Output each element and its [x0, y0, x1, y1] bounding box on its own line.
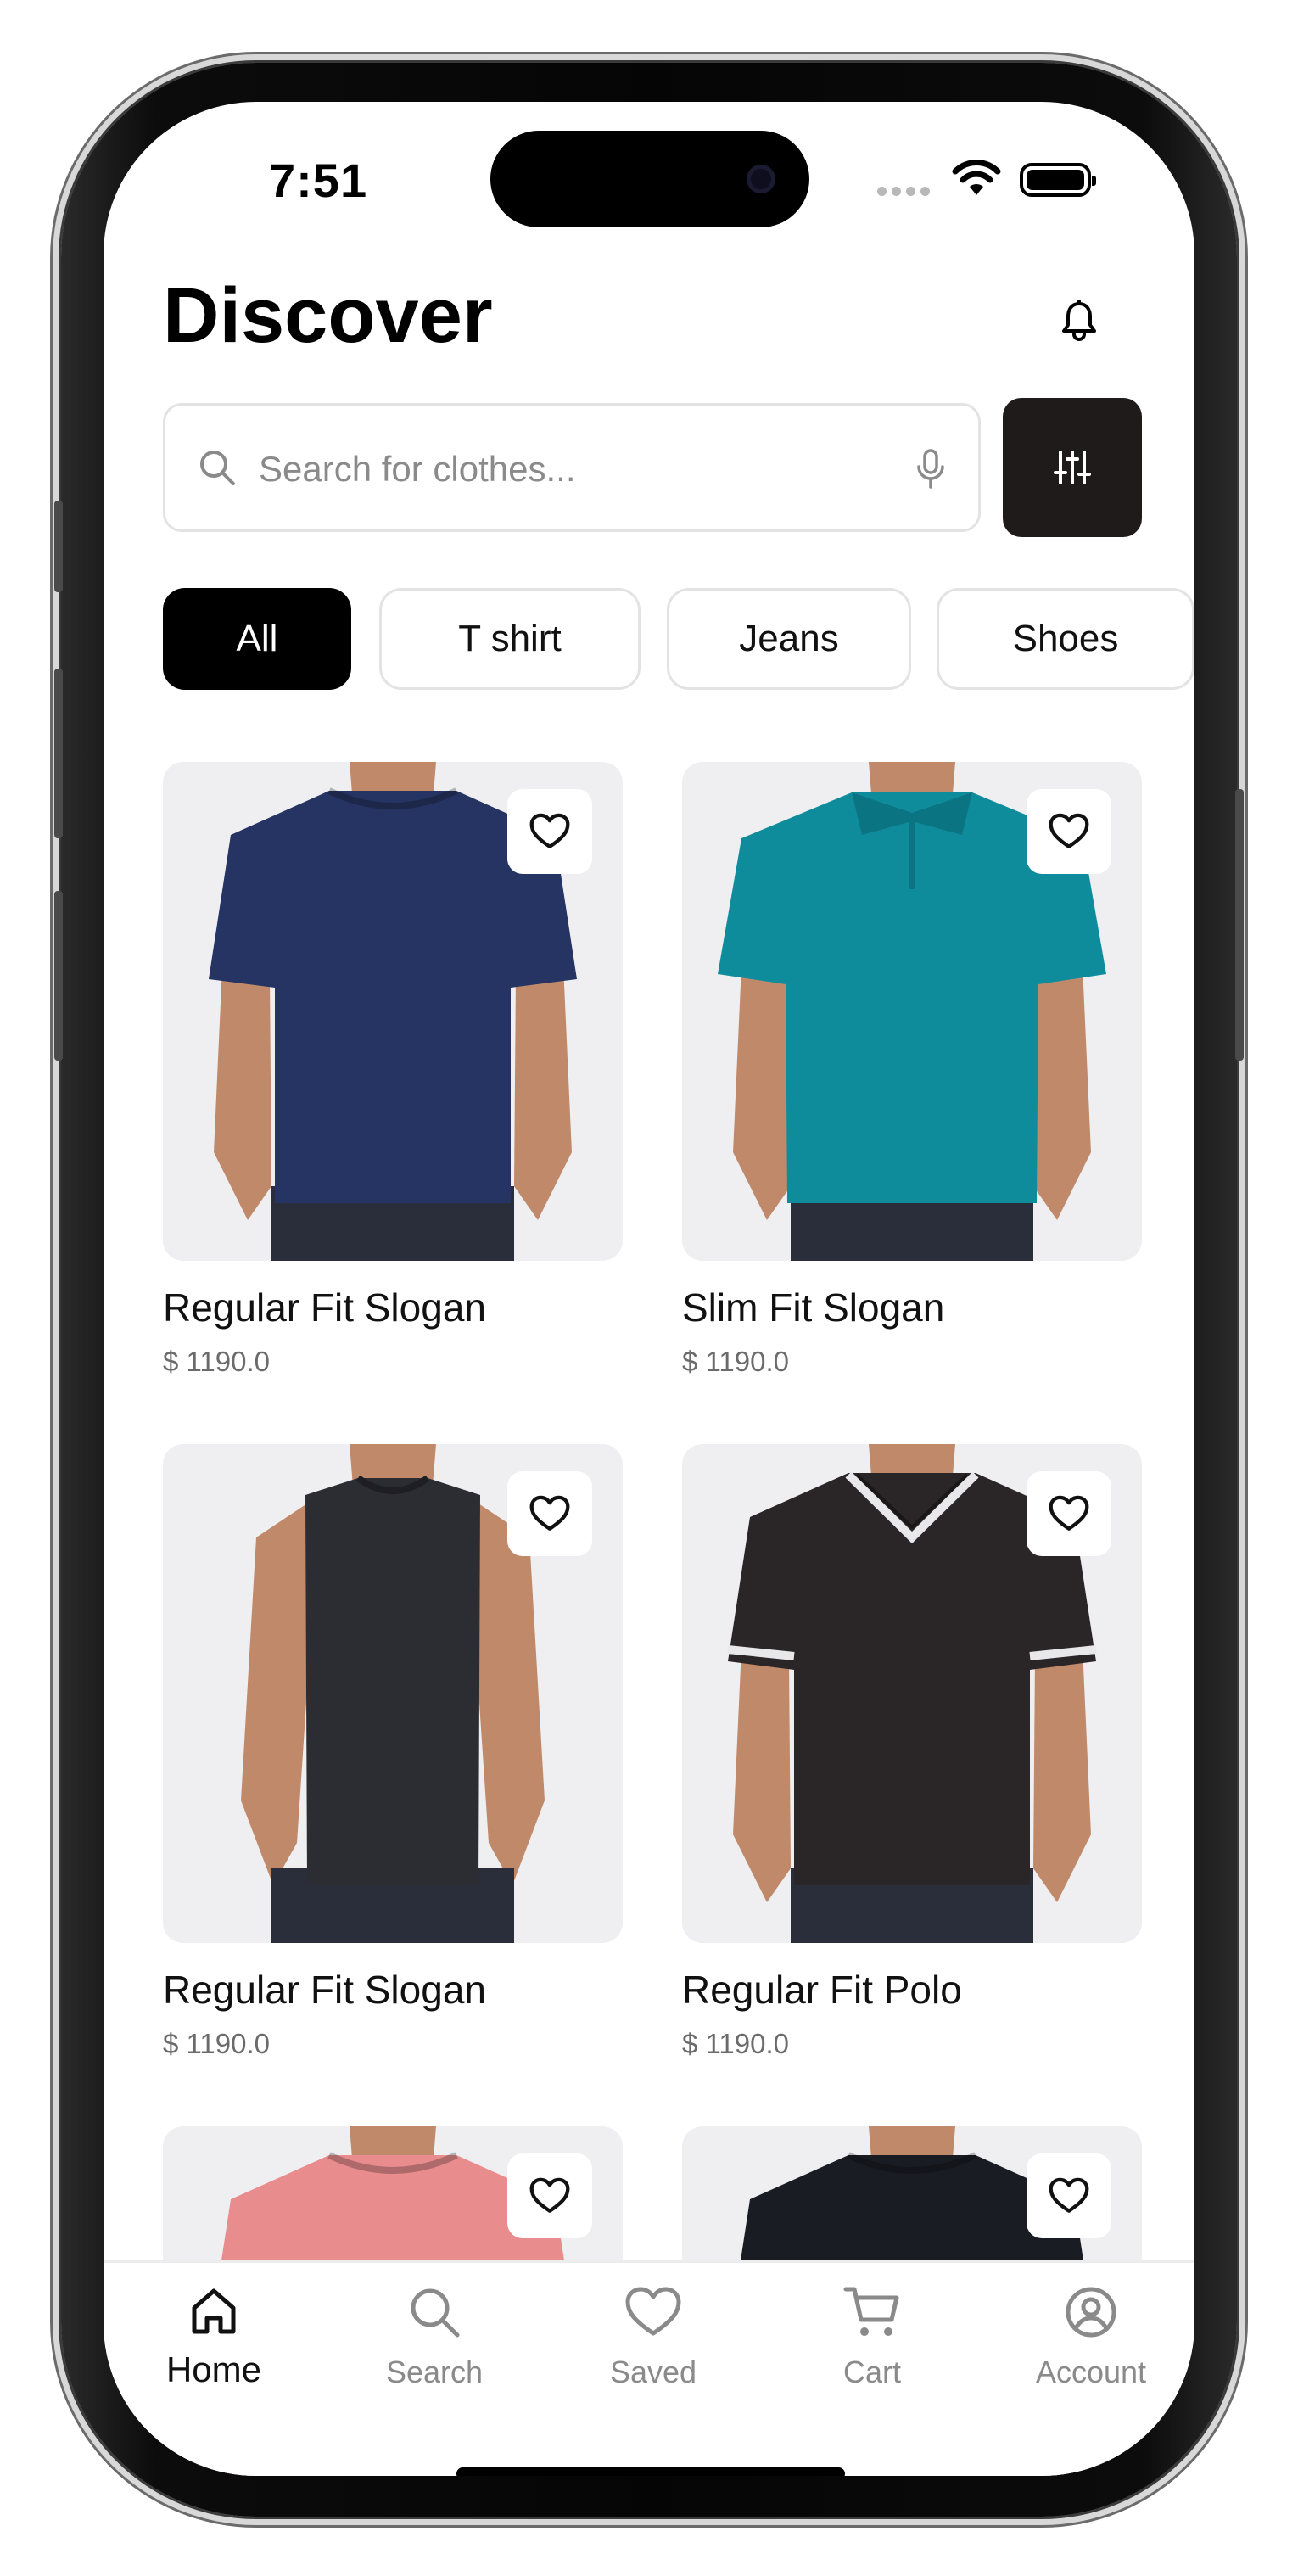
search-icon	[411, 2288, 460, 2338]
heart-icon	[1049, 1495, 1089, 1531]
nav-saved-label: Saved	[609, 2355, 697, 2389]
favorite-button[interactable]	[507, 1471, 592, 1556]
product-card[interactable]: Regular Fit Slogan $ 1190.0	[163, 762, 623, 1377]
product-price: $ 1190.0	[163, 1346, 271, 1377]
favorite-button[interactable]	[507, 2153, 592, 2238]
app-screen: 7:51 Discover Search for clothes... All …	[104, 102, 1194, 2476]
page-title: Discover	[163, 272, 493, 359]
status-time: 7:51	[269, 154, 368, 207]
product-card[interactable]: Regular Fit Slogan $ 1190.0	[163, 1444, 623, 2059]
nav-search-label: Search	[385, 2355, 484, 2389]
microphone-icon[interactable]	[915, 448, 946, 490]
user-circle-icon	[1066, 2287, 1116, 2338]
product-card[interactable]: Slim Fit Slogan $ 1190.0	[682, 762, 1142, 1377]
search-input[interactable]	[257, 438, 888, 501]
home-icon	[192, 2288, 236, 2334]
notifications-button[interactable]	[1054, 295, 1105, 346]
product-name: Regular Fit Polo	[682, 1968, 962, 2012]
nav-account-label: Account	[1035, 2355, 1147, 2389]
home-indicator	[456, 2467, 845, 2476]
favorite-button[interactable]	[1027, 789, 1111, 874]
bell-icon	[1062, 300, 1096, 341]
favorite-button[interactable]	[1027, 1471, 1111, 1556]
search-icon	[200, 451, 235, 485]
product-card[interactable]: Regular Fit Polo $ 1190.0	[682, 1444, 1142, 2059]
product-price: $ 1190.0	[163, 2028, 271, 2059]
filter-button[interactable]	[1003, 398, 1142, 537]
volume-up-button	[54, 669, 63, 838]
filter-chip-jeans[interactable]: Jeans	[667, 588, 911, 690]
heart-icon	[529, 2177, 570, 2213]
nav-saved[interactable]: Saved	[560, 2278, 747, 2397]
product-price: $ 1190.0	[682, 1346, 790, 1377]
heart-icon	[625, 2287, 681, 2336]
filter-chip-t-shirt[interactable]: T shirt	[379, 588, 641, 690]
sliders-icon	[1054, 451, 1091, 484]
product-name: Regular Fit Slogan	[163, 1968, 486, 2012]
nav-search[interactable]: Search	[341, 2278, 528, 2397]
wifi-icon	[952, 160, 1001, 195]
favorite-button[interactable]	[1027, 2153, 1111, 2238]
dynamic-island	[490, 131, 809, 227]
battery-icon	[1020, 163, 1096, 197]
product-image	[682, 1444, 1142, 1943]
power-button	[1235, 789, 1244, 1061]
heart-icon	[529, 813, 570, 848]
product-image	[163, 762, 623, 1261]
nav-home-label: Home	[165, 2349, 262, 2389]
product-image	[163, 1444, 623, 1943]
nav-cart[interactable]: Cart	[779, 2278, 965, 2397]
favorite-button[interactable]	[507, 789, 592, 874]
filter-chip-shoes[interactable]: Shoes	[937, 588, 1194, 690]
product-name: Slim Fit Slogan	[682, 1285, 945, 1330]
nav-cart-label: Cart	[842, 2355, 901, 2389]
bottom-navigation: Home Search Saved Cart Account	[104, 2260, 1194, 2476]
nav-home[interactable]: Home	[120, 2278, 307, 2397]
product-name: Regular Fit Slogan	[163, 1285, 486, 1330]
heart-icon	[529, 1495, 570, 1531]
product-image	[682, 762, 1142, 1261]
cellular-signal-icon	[877, 187, 930, 196]
heart-icon	[1049, 813, 1089, 848]
camera-icon	[747, 165, 775, 193]
filter-chip-all[interactable]: All	[163, 588, 351, 690]
action-button	[54, 501, 63, 592]
cart-icon	[843, 2287, 899, 2336]
product-price: $ 1190.0	[682, 2028, 790, 2059]
volume-down-button	[54, 891, 63, 1061]
heart-icon	[1049, 2177, 1089, 2213]
nav-account[interactable]: Account	[998, 2278, 1184, 2397]
search-bar	[163, 403, 981, 532]
category-filters: All T shirt Jeans Shoes	[163, 588, 1194, 690]
